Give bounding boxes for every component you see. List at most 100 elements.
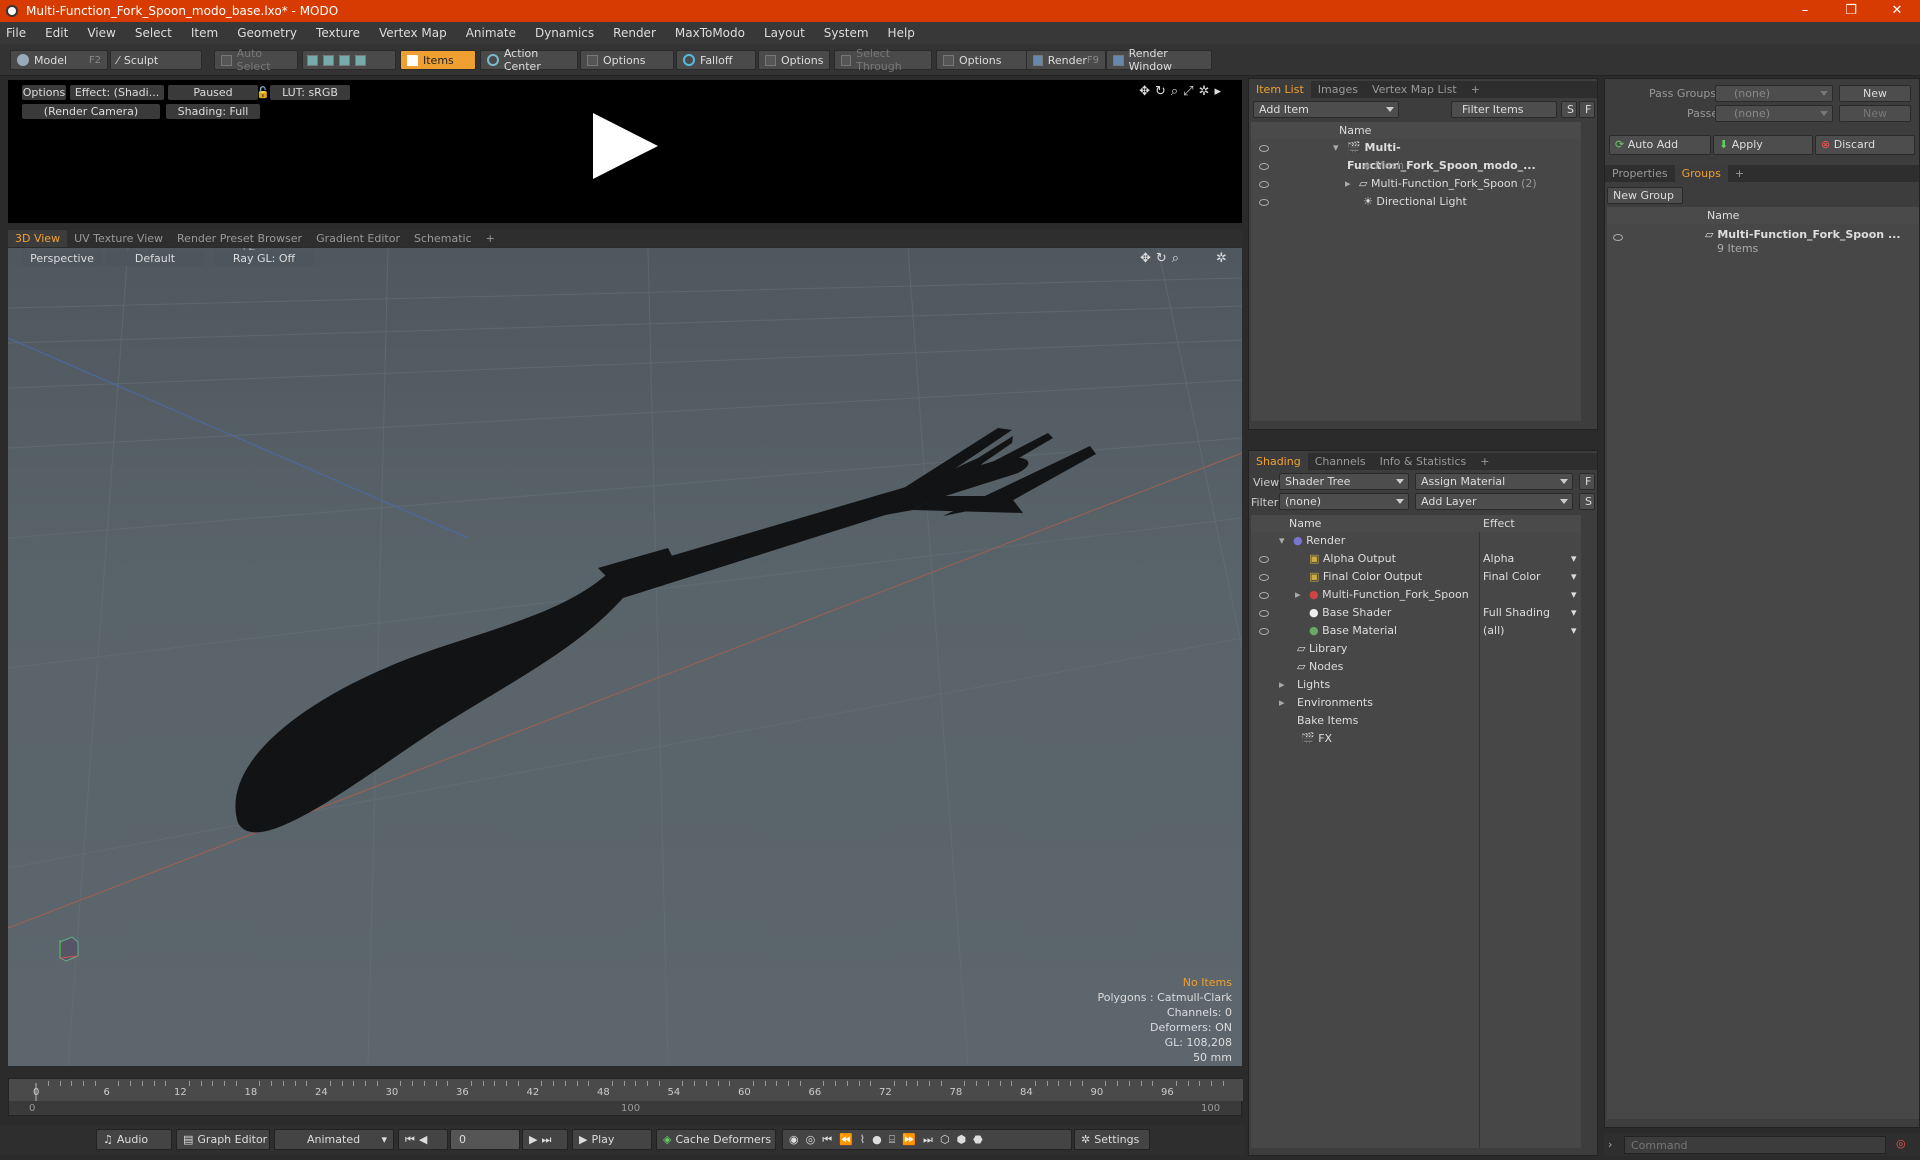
effect-dropdown-arrow-icon[interactable]: ▾ (1571, 604, 1577, 622)
expand-arrow-icon[interactable]: ▸ (1279, 694, 1285, 712)
close-button[interactable]: ✕ (1874, 0, 1920, 22)
visibility-eye-icon[interactable] (1259, 592, 1269, 599)
add-tab-button[interactable]: + (1728, 165, 1751, 182)
maximize-button[interactable]: ❐ (1828, 0, 1874, 22)
pass-groups-dropdown[interactable]: (none) (1715, 85, 1833, 102)
render-window-button[interactable]: Render Window (1106, 47, 1212, 73)
vertices-mode-icon[interactable] (307, 54, 318, 66)
list-item[interactable]: ▾ 🎬 Multi-Function_Fork_Spoon_modo_... (1251, 139, 1581, 172)
list-item[interactable]: ▾ ● Render (1251, 532, 1581, 550)
raygl-dropdown[interactable]: Ray GL: Off (214, 251, 314, 266)
effect-dropdown-arrow-icon[interactable]: ▾ (1571, 550, 1577, 568)
tab-item-list[interactable]: Item List (1249, 81, 1311, 98)
menu-vertex-map[interactable]: Vertex Map (379, 26, 447, 40)
effect-value[interactable]: Final Color (1483, 568, 1541, 586)
shading-s-button[interactable]: S (1579, 493, 1595, 510)
tab-render-preset-browser[interactable]: Render Preset Browser (170, 230, 309, 247)
collapse-arrow-icon[interactable]: ▾ (1279, 532, 1285, 550)
effect-dropdown[interactable]: Effect: (Shadi... (70, 85, 164, 100)
visibility-eye-icon[interactable] (1259, 199, 1269, 206)
menu-geometry[interactable]: Geometry (237, 26, 297, 40)
list-item[interactable]: ▣ Final Color Output Final Color ▾ (1251, 568, 1581, 586)
3d-viewport[interactable]: +Z No Items Polygons : Catmull-Clark Cha… (8, 248, 1242, 1066)
view-dropdown[interactable]: Shader Tree (1279, 473, 1409, 490)
list-item[interactable]: ● Base Material (all) ▾ (1251, 622, 1581, 640)
list-item[interactable]: ▣ Alpha Output Alpha ▾ (1251, 550, 1581, 568)
list-item[interactable]: ▸ ● Multi-Function_Fork_Spoon ▾ (1251, 586, 1581, 604)
camera-dropdown[interactable]: (Render Camera) (22, 104, 160, 119)
viewport-settings-icon[interactable]: ✲ (1216, 251, 1227, 266)
animated-dropdown[interactable]: Animated ▾ (274, 1129, 394, 1150)
menu-system[interactable]: System (824, 26, 869, 40)
visibility-eye-icon[interactable] (1259, 610, 1269, 617)
current-frame-input[interactable]: 0 (450, 1129, 520, 1150)
tab-shading[interactable]: Shading (1249, 453, 1308, 470)
list-item[interactable]: ▱ Nodes (1251, 658, 1581, 676)
add-tab-button[interactable]: + (1473, 453, 1496, 470)
minimize-button[interactable]: – (1782, 0, 1828, 22)
filter-items-input[interactable]: Filter Items (1451, 101, 1557, 118)
expand-arrow-icon[interactable]: ▸ (1295, 586, 1301, 604)
menu-dynamics[interactable]: Dynamics (535, 26, 594, 40)
model-mode-button[interactable]: Model F2 (10, 50, 108, 70)
graph-editor-button[interactable]: ▤ Graph Editor (176, 1129, 270, 1150)
auto-select-button[interactable]: Auto Select (214, 47, 298, 73)
assign-material-dropdown[interactable]: Assign Material (1415, 473, 1573, 490)
add-tab-button[interactable]: + (1464, 81, 1487, 98)
auto-add-button[interactable]: ⟳ Auto Add (1609, 135, 1711, 155)
effect-value[interactable]: Full Shading (1483, 604, 1550, 622)
tab-groups[interactable]: Groups (1674, 165, 1728, 182)
lut-dropdown[interactable]: LUT: sRGB (270, 85, 350, 100)
timeline[interactable]: 0 6 12 18 24 30 36 42 48 54 60 66 72 78 84 90 96 0 100 1… (8, 1078, 1243, 1116)
transport-forward-buttons[interactable]: ▶⏭ (522, 1129, 568, 1150)
list-item[interactable]: ☀ Directional Light (1251, 193, 1581, 211)
audio-button[interactable]: ♫ Audio (96, 1129, 172, 1150)
action-center-options-button[interactable]: Options (580, 50, 674, 70)
filter-f-button[interactable]: F (1579, 101, 1595, 118)
default-dropdown[interactable]: Default (106, 251, 204, 266)
list-item[interactable]: 🎬 FX (1251, 730, 1581, 748)
tab-properties[interactable]: Properties (1605, 165, 1675, 182)
render-button[interactable]: Render F9 (1026, 50, 1106, 70)
visibility-eye-icon[interactable] (1259, 163, 1269, 170)
menu-select[interactable]: Select (135, 26, 172, 40)
menu-view[interactable]: View (87, 26, 115, 40)
menu-file[interactable]: File (6, 26, 26, 40)
polygons-mode-icon[interactable] (339, 54, 350, 66)
menu-render[interactable]: Render (613, 26, 656, 40)
filter-s-button[interactable]: S (1561, 101, 1577, 118)
visibility-eye-icon[interactable] (1259, 556, 1269, 563)
menu-item[interactable]: Item (191, 26, 218, 40)
discard-button[interactable]: ⊗ Discard (1815, 135, 1915, 155)
select-through-options-button[interactable]: Options (936, 50, 1028, 70)
perspective-dropdown[interactable]: Perspective (22, 251, 102, 266)
filter-dropdown[interactable]: (none) (1279, 493, 1409, 510)
menu-texture[interactable]: Texture (316, 26, 360, 40)
effect-dropdown-arrow-icon[interactable]: ▾ (1571, 568, 1577, 586)
list-item[interactable]: ▱ Library (1251, 640, 1581, 658)
paused-button[interactable]: Paused (168, 85, 258, 100)
collapse-arrow-icon[interactable]: ▾ (1333, 139, 1339, 157)
new-pass-button[interactable]: New (1839, 105, 1911, 122)
play-icon[interactable] (593, 113, 658, 179)
shading-dropdown[interactable]: Shading: Full (166, 104, 260, 119)
tab-schematic[interactable]: Schematic (407, 230, 479, 247)
list-item[interactable]: ▸ ▱ Multi-Function_Fork_Spoon (2) (1251, 175, 1581, 193)
tab-vertex-map-list[interactable]: Vertex Map List (1365, 81, 1464, 98)
transport-back-buttons[interactable]: ⏮◀ (398, 1129, 448, 1150)
falloff-button[interactable]: Falloff (676, 50, 756, 70)
list-item[interactable]: Bake Items (1251, 712, 1581, 730)
tab-gradient-editor[interactable]: Gradient Editor (309, 230, 407, 247)
tab-channels[interactable]: Channels (1308, 453, 1373, 470)
sculpt-mode-button[interactable]: ⁄ Sculpt (110, 50, 202, 70)
falloff-options-button[interactable]: Options (758, 50, 830, 70)
list-item[interactable]: ▸ Environments (1251, 694, 1581, 712)
materials-mode-icon[interactable] (355, 54, 366, 66)
select-through-button[interactable]: Select Through (834, 47, 932, 73)
effect-value[interactable]: (all) (1483, 622, 1504, 640)
expand-arrow-icon[interactable]: ▸ (1279, 676, 1285, 694)
visibility-eye-icon[interactable] (1259, 181, 1269, 188)
tab-3d-view[interactable]: 3D View (8, 230, 68, 247)
viewport-nav-icons[interactable]: ✥↻⌕ (1140, 251, 1184, 266)
items-mode-button[interactable]: Items (400, 50, 476, 70)
